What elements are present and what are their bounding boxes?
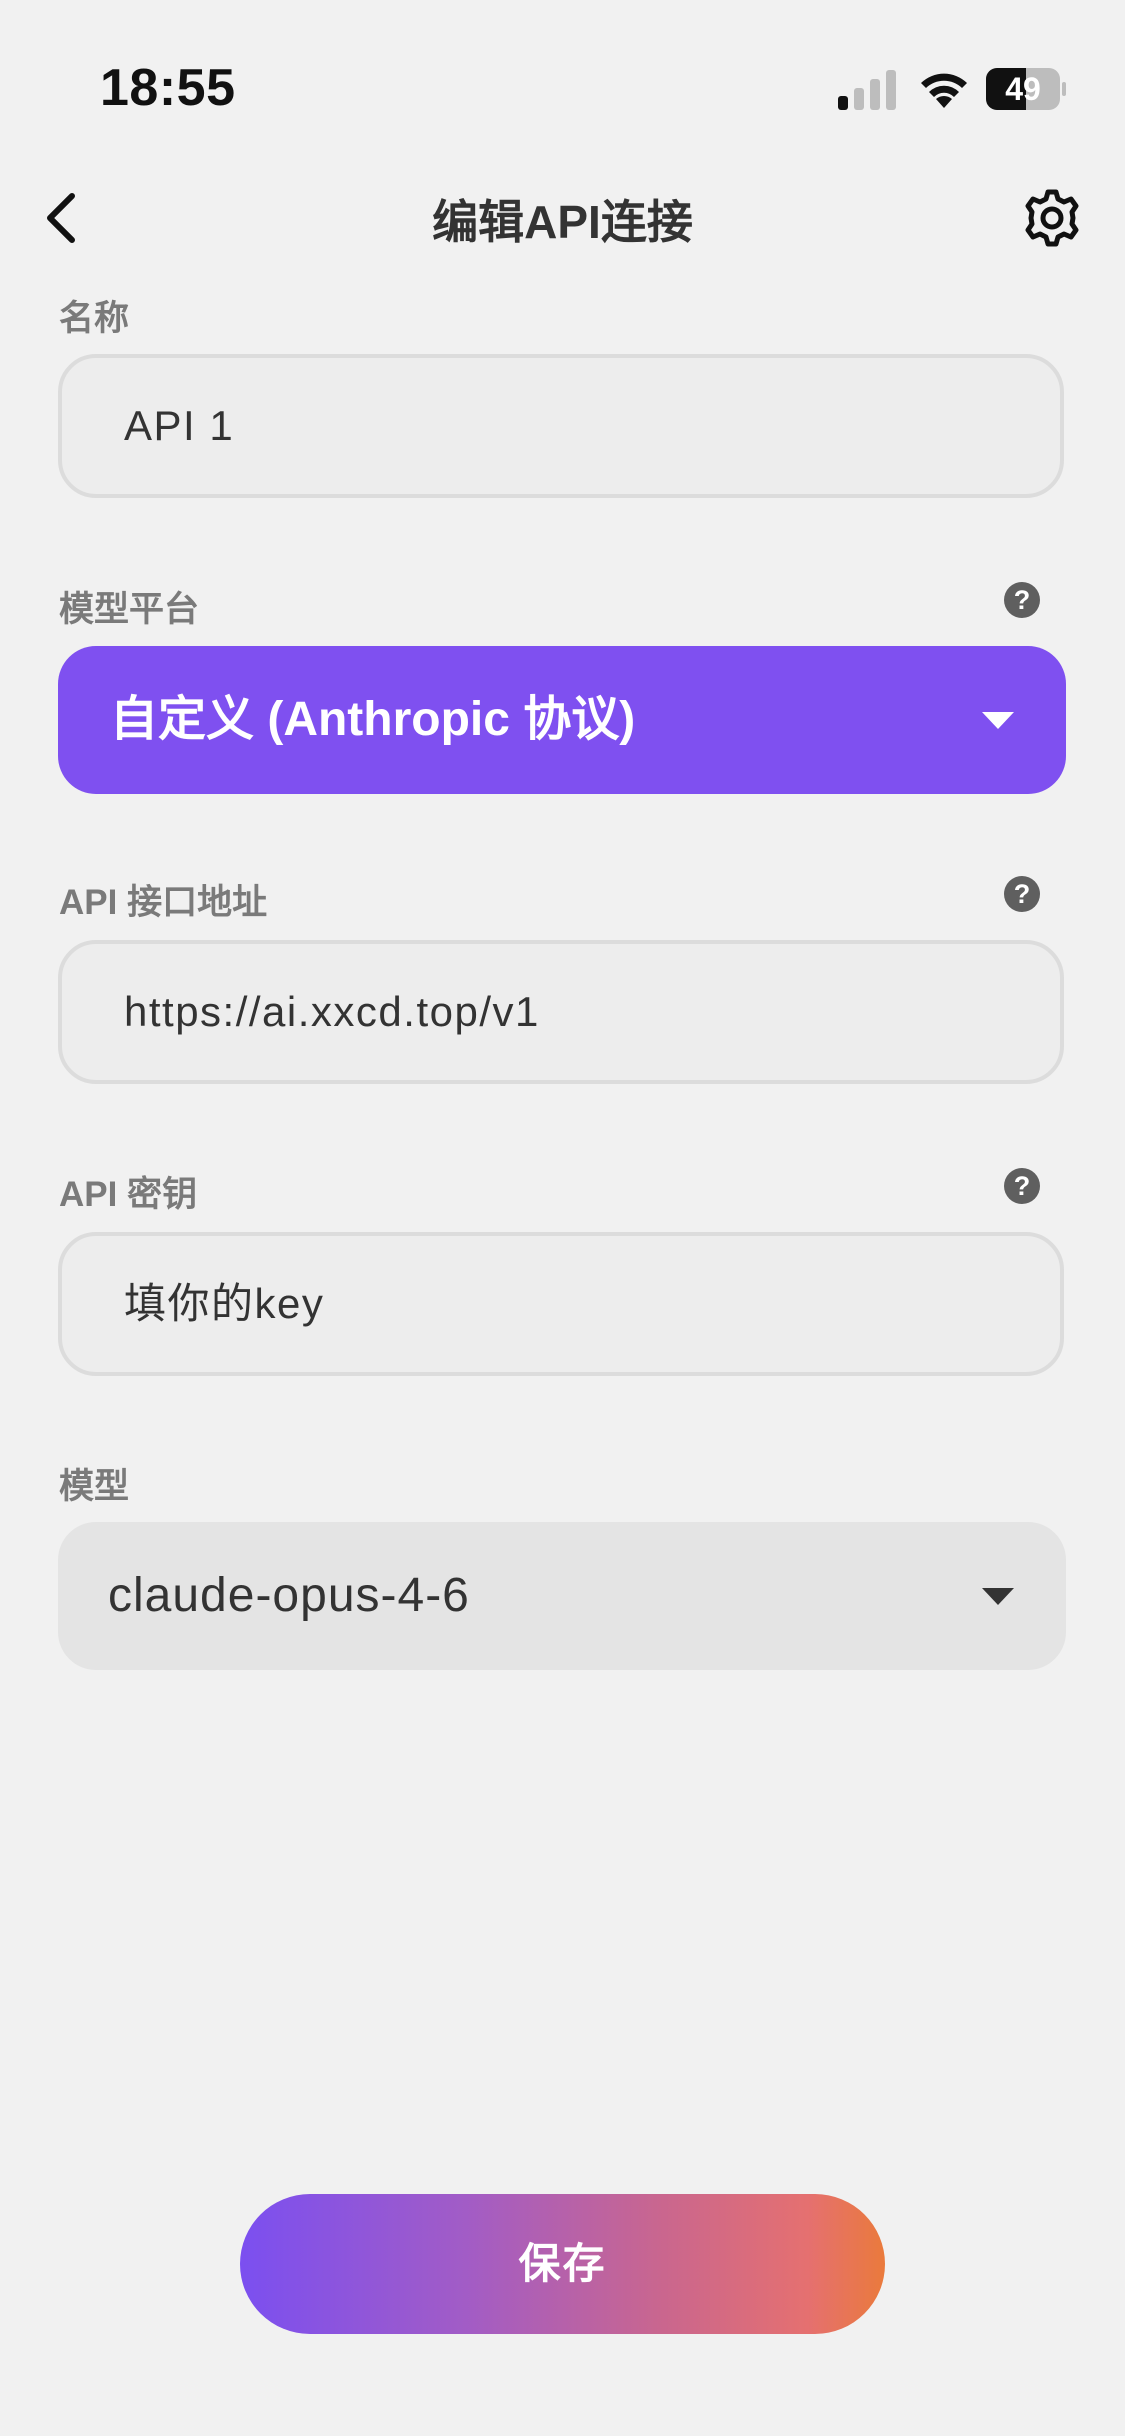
- platform-select-value: 自定义 (Anthropic 协议): [110, 693, 636, 746]
- api-key-label: API 密钥: [59, 1175, 198, 1214]
- cellular-signal-icon: [838, 70, 896, 110]
- status-bar: 18:55 49: [0, 0, 1125, 170]
- edit-api-connection-screen: 18:55 49 编辑API连接 名称 API 1 模型平台 ? 自定义 (An…: [0, 0, 1125, 2436]
- name-label: 名称: [59, 299, 130, 338]
- wifi-icon: [921, 73, 967, 108]
- platform-select[interactable]: 自定义 (Anthropic 协议): [58, 646, 1066, 794]
- page-title: 编辑API连接: [432, 196, 693, 248]
- model-label: 模型: [59, 1467, 130, 1506]
- gear-icon[interactable]: [1020, 186, 1084, 250]
- model-select[interactable]: claude-opus-4-6: [58, 1522, 1066, 1670]
- caret-down-icon: [982, 712, 1014, 729]
- platform-label: 模型平台: [59, 590, 200, 629]
- endpoint-help-icon[interactable]: ?: [1004, 876, 1040, 912]
- endpoint-input[interactable]: https://ai.xxcd.top/v1: [58, 940, 1064, 1084]
- save-button[interactable]: 保存: [240, 2194, 885, 2334]
- status-time: 18:55: [100, 59, 236, 117]
- endpoint-label: API 接口地址: [59, 883, 268, 922]
- api-key-help-icon[interactable]: ?: [1004, 1168, 1040, 1204]
- caret-down-icon: [982, 1588, 1014, 1605]
- api-key-input[interactable]: 填你的key: [58, 1232, 1064, 1376]
- battery-level: 49: [1005, 71, 1041, 107]
- name-input[interactable]: API 1: [58, 354, 1064, 498]
- model-select-value: claude-opus-4-6: [108, 1569, 470, 1622]
- platform-help-icon[interactable]: ?: [1004, 582, 1040, 618]
